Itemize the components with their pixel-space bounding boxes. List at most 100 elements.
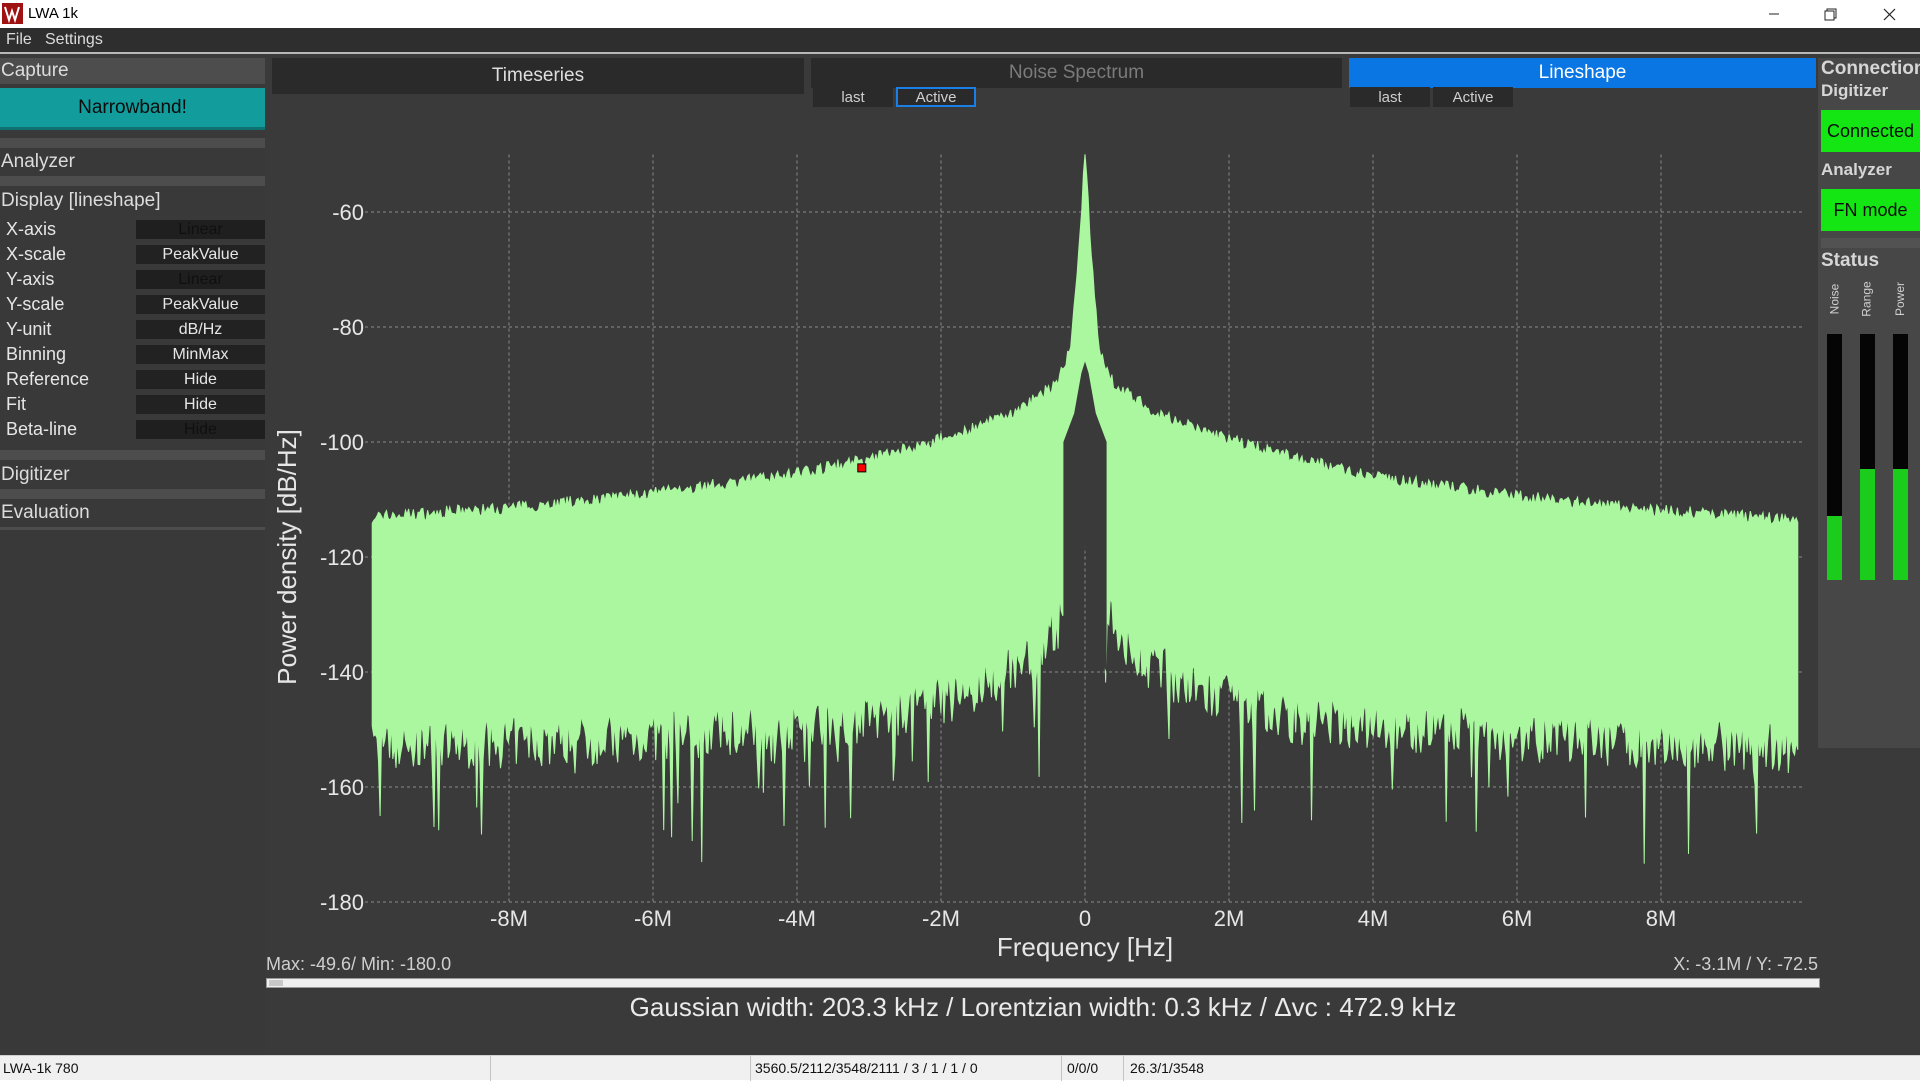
setting-value-dropdown[interactable]: PeakValue (136, 295, 265, 314)
restore-icon (1824, 8, 1837, 20)
meter-label-text: Range (1860, 281, 1874, 317)
status-header: Status (1821, 250, 1880, 271)
tab-timeseries[interactable]: Timeseries (272, 58, 804, 94)
meter-label: Range (1857, 278, 1877, 320)
section-divider (0, 138, 265, 148)
setting-row-4: Y-unit dB/Hz (0, 318, 265, 340)
y-tick-label: -180 (320, 890, 364, 915)
menu-file[interactable]: File (6, 31, 32, 49)
connection-header: Connection (1821, 58, 1920, 79)
level-meter-fill (1827, 516, 1842, 580)
capture-header[interactable]: Capture (0, 58, 265, 84)
setting-label: Y-axis (6, 269, 55, 289)
meter-label-text: Noise (1827, 283, 1841, 315)
title-bar: LWA 1k (0, 0, 1920, 28)
x-tick-label: -4M (778, 906, 816, 931)
x-tick-label: -8M (490, 906, 528, 931)
app-logo-icon (2, 3, 23, 24)
y-tick-label: -160 (320, 775, 364, 800)
restore-button[interactable] (1802, 0, 1859, 28)
digitizer-header[interactable]: Digitizer (0, 462, 265, 488)
digitizer-status-header: Digitizer (1821, 81, 1889, 100)
fn-mode-button[interactable]: FN mode (1821, 189, 1920, 231)
plot-scrollbar[interactable] (266, 978, 1820, 988)
tab-lineshape[interactable]: Lineshape (1349, 58, 1816, 88)
status-counters: 3560.5/2112/3548/2111 / 3 / 1 / 1 / 0 (755, 1060, 978, 1076)
setting-row-7: Fit Hide (0, 393, 265, 415)
noise-last-tab[interactable]: last (813, 87, 893, 107)
y-tick-label: -60 (332, 200, 364, 225)
setting-row-6: Reference Hide (0, 368, 265, 390)
setting-label: Fit (6, 394, 26, 414)
setting-row-1: X-scale PeakValue (0, 243, 265, 265)
y-tick-label: -140 (320, 660, 364, 685)
close-button[interactable] (1859, 0, 1920, 28)
scrollbar-thumb[interactable] (269, 980, 283, 986)
setting-value-dropdown[interactable]: MinMax (136, 345, 265, 364)
x-tick-label: 0 (1079, 906, 1091, 931)
window-title: LWA 1k (28, 5, 79, 22)
noise-active-tab[interactable]: Active (896, 87, 976, 107)
close-icon (1883, 8, 1896, 20)
setting-row-2: Y-axis Linear (0, 268, 265, 290)
x-tick-label: 6M (1502, 906, 1533, 931)
menu-settings[interactable]: Settings (45, 31, 103, 49)
lineshape-last-tab[interactable]: last (1350, 87, 1430, 107)
menu-bar: File Settings (0, 28, 1920, 52)
y-tick-label: -80 (332, 315, 364, 340)
section-divider (0, 176, 265, 186)
status-separator (490, 1056, 491, 1081)
minimize-icon (1768, 13, 1779, 15)
setting-label: Binning (6, 344, 67, 364)
evaluation-header[interactable]: Evaluation (0, 500, 265, 526)
meter-label: Power (1890, 278, 1910, 320)
level-meter (1860, 334, 1875, 580)
setting-label: Y-unit (6, 319, 52, 339)
setting-value-dropdown[interactable]: Hide (136, 370, 265, 389)
status-separator (1061, 1056, 1062, 1081)
status-separator (1123, 1056, 1124, 1081)
setting-label: X-axis (6, 219, 57, 239)
app-window: LWA 1k File Settings Capture Narrowband!… (0, 0, 1920, 1081)
status-errors: 0/0/0 (1067, 1060, 1099, 1076)
max-min-readout: Max: -49.6/ Min: -180.0 (266, 954, 452, 974)
setting-value-dropdown[interactable]: Linear (136, 270, 265, 289)
setting-value-dropdown[interactable]: dB/Hz (136, 320, 265, 339)
narrowband-button[interactable]: Narrowband! (0, 88, 265, 130)
connected-button[interactable]: Connected (1821, 110, 1920, 152)
setting-label: Reference (6, 369, 90, 389)
lineshape-plot[interactable]: -60 -80 -100 -120 -140 -160 -180 -8M -6M -4M -2M 0 2… (266, 108, 1818, 978)
setting-value-dropdown[interactable]: PeakValue (136, 245, 265, 264)
x-tick-label: 8M (1646, 906, 1677, 931)
setting-label: Beta-line (6, 419, 78, 439)
section-divider (0, 450, 265, 460)
setting-label: X-scale (6, 244, 67, 264)
x-tick-label: 2M (1214, 906, 1245, 931)
setting-row-5: Binning MinMax (0, 343, 265, 365)
setting-row-8: Beta-line Hide (0, 418, 265, 440)
x-tick-label: -2M (922, 906, 960, 931)
x-axis-label: Frequency [Hz] (997, 932, 1173, 962)
tab-noise-spectrum[interactable]: Noise Spectrum (811, 58, 1342, 88)
setting-row-3: Y-scale PeakValue (0, 293, 265, 315)
status-extra: 26.3/1/3548 (1130, 1060, 1204, 1076)
status-separator (750, 1056, 751, 1081)
y-tick-label: -120 (320, 545, 364, 570)
analyzer-header[interactable]: Analyzer (0, 149, 265, 175)
y-tick-label: -100 (320, 430, 364, 455)
status-bar: LWA-1k 780 3560.5/2112/3548/2111 / 3 / 1… (0, 1055, 1920, 1081)
right-divider (1821, 238, 1920, 248)
meter-label-text: Power (1893, 281, 1908, 317)
lineshape-active-tab[interactable]: Active (1433, 87, 1513, 107)
level-meter-fill (1860, 469, 1875, 580)
x-tick-label: 4M (1358, 906, 1389, 931)
setting-value-dropdown[interactable]: Linear (136, 220, 265, 239)
status-device: LWA-1k 780 (3, 1060, 79, 1076)
minimize-button[interactable] (1745, 0, 1802, 28)
x-tick-label: -6M (634, 906, 672, 931)
display-header[interactable]: Display [lineshape] (0, 188, 265, 214)
setting-value-dropdown[interactable]: Hide (136, 420, 265, 439)
cursor-marker (857, 463, 867, 473)
y-axis-label: Power density [dB/Hz] (272, 429, 302, 685)
setting-value-dropdown[interactable]: Hide (136, 395, 265, 414)
